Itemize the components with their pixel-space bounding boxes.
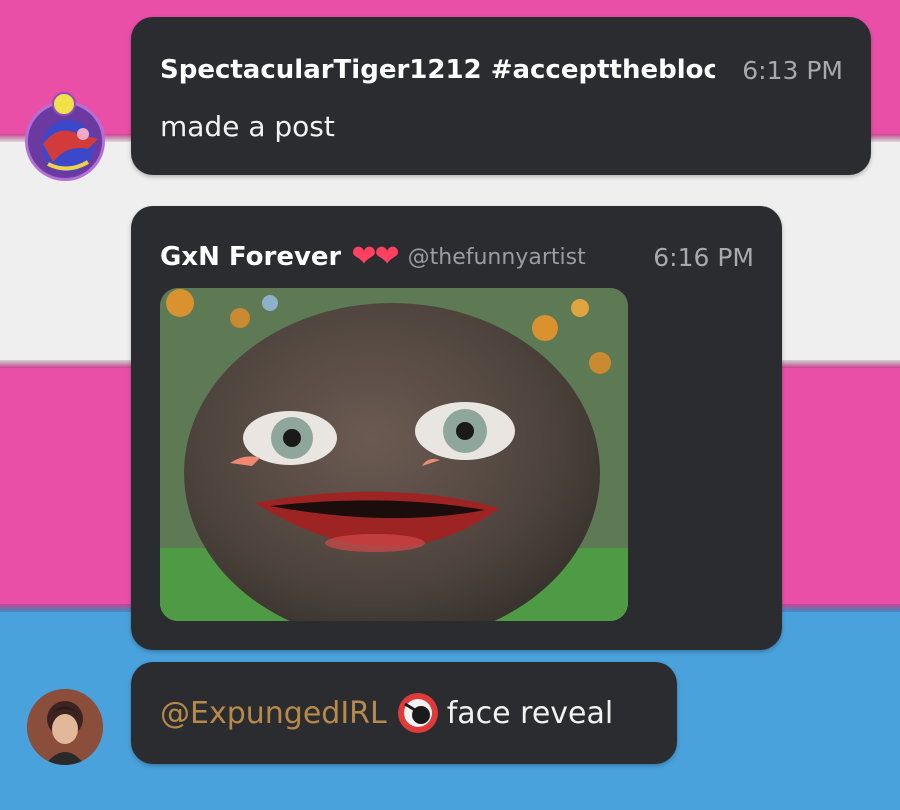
author-name[interactable]: SpectacularTiger1212 #accepttheblock <box>160 55 715 85</box>
author-name[interactable]: GxN Forever <box>160 242 341 272</box>
user-mention[interactable]: @ExpungedIRL <box>160 696 387 731</box>
grinning-orange-face-image <box>160 288 628 621</box>
message-text: face reveal <box>446 695 614 731</box>
message-text: made a post <box>160 110 335 143</box>
heart-emojis: ❤ ❤ <box>351 242 400 272</box>
profile-badge-icon <box>397 693 438 733</box>
message-bubble[interactable]: @ExpungedIRL face reveal <box>131 662 677 764</box>
heart-icon: ❤ <box>351 242 377 272</box>
user-avatar[interactable] <box>27 689 103 765</box>
timestamp: 6:13 PM <box>742 55 843 85</box>
post-image[interactable] <box>160 288 628 621</box>
timestamp: 6:16 PM <box>653 242 754 272</box>
post-header: GxN Forever ❤ ❤ @thefunnyartist 6:16 PM <box>160 242 754 272</box>
message-content: @ExpungedIRL face reveal <box>160 692 613 734</box>
message-bubble[interactable]: SpectacularTiger1212 #accepttheblock 6:1… <box>131 17 871 175</box>
author-handle[interactable]: @thefunnyartist <box>408 245 586 270</box>
shared-post-bubble[interactable]: GxN Forever ❤ ❤ @thefunnyartist 6:16 PM <box>131 206 782 650</box>
heart-icon: ❤ <box>374 242 400 272</box>
message-header: SpectacularTiger1212 #accepttheblock 6:1… <box>160 55 843 85</box>
avatar-badge-icon <box>52 92 76 116</box>
avatar-art-icon <box>27 689 103 765</box>
